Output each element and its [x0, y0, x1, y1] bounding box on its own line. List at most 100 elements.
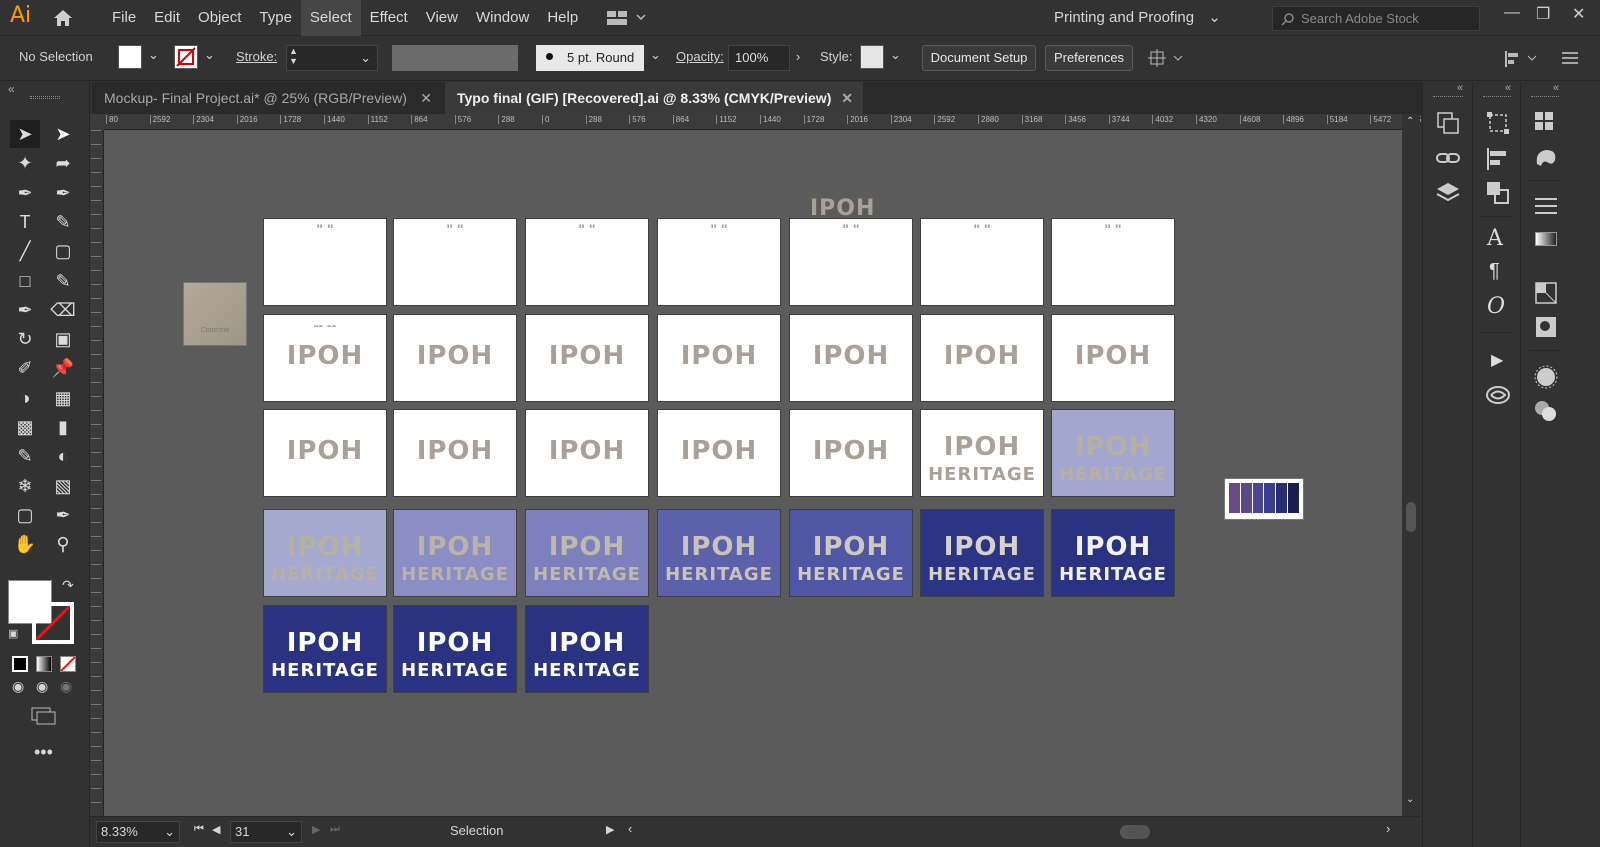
- artboard[interactable]: IPOH HERITAGE: [789, 509, 913, 597]
- puppet-warp-tool-icon[interactable]: ✐: [10, 354, 40, 382]
- scroll-right-icon[interactable]: ›: [1386, 821, 1390, 836]
- status-menu-icon[interactable]: ▶: [606, 823, 614, 836]
- swap-fill-stroke-icon[interactable]: ↷: [62, 577, 74, 594]
- scroll-left-icon[interactable]: ‹: [628, 821, 632, 836]
- eyedropper-tool-icon[interactable]: ✎: [10, 442, 40, 470]
- opentype-panel-icon[interactable]: O: [1487, 294, 1505, 319]
- swatches-panel-icon[interactable]: [1533, 110, 1559, 136]
- links-panel-icon[interactable]: [1435, 146, 1461, 172]
- preferences-button[interactable]: Preferences: [1045, 45, 1133, 71]
- concrete-texture-swatch[interactable]: Concrete: [183, 282, 247, 346]
- blend-tool-icon[interactable]: ◐: [48, 442, 78, 470]
- zoom-tool-icon[interactable]: ⚲: [48, 530, 78, 558]
- chevron-down-icon[interactable]: ⌄: [890, 47, 901, 63]
- home-icon[interactable]: [52, 8, 74, 28]
- appearance-panel-icon[interactable]: [1533, 364, 1559, 390]
- collapse-icon[interactable]: «: [1553, 82, 1559, 94]
- artboard-tool-icon[interactable]: ▢: [10, 501, 40, 529]
- pencil-tool-icon[interactable]: ✎: [48, 208, 78, 236]
- rounded-rect-tool-icon[interactable]: ▢: [48, 237, 78, 265]
- draw-behind-icon[interactable]: ◉: [36, 678, 48, 695]
- next-artboard-icon[interactable]: ▶: [312, 823, 320, 836]
- draw-normal-icon[interactable]: ◉: [12, 678, 24, 695]
- palette-swatch[interactable]: [1288, 483, 1299, 513]
- chevron-down-icon[interactable]: ⌄: [148, 47, 159, 63]
- opacity-field[interactable]: 100%: [728, 45, 790, 71]
- color-palette-artboard[interactable]: [1224, 478, 1304, 520]
- collapse-icon[interactable]: «: [1457, 82, 1463, 94]
- selection-tool-icon[interactable]: ➤: [10, 120, 40, 148]
- color-mode-icon[interactable]: [12, 656, 28, 672]
- align-panel-icon[interactable]: [1485, 146, 1511, 172]
- slice-tool-icon[interactable]: ✒: [48, 501, 78, 529]
- curvature-tool-icon[interactable]: ✒: [48, 179, 78, 207]
- collapse-icon[interactable]: «: [8, 82, 15, 96]
- scroll-down-icon[interactable]: ⌄: [1406, 794, 1414, 805]
- grip-handle[interactable]: [30, 96, 60, 99]
- palette-swatch[interactable]: [1264, 483, 1276, 513]
- artboard[interactable]: IPOH HERITAGE: [1051, 409, 1175, 497]
- artboard[interactable]: " ": [789, 218, 913, 306]
- stroke-panel-icon[interactable]: [1533, 194, 1559, 220]
- default-colors-icon[interactable]: ▣: [8, 627, 18, 640]
- arrange-documents-icon[interactable]: [606, 10, 648, 26]
- grip-handle[interactable]: [1531, 96, 1559, 99]
- collapse-icon[interactable]: «: [1505, 82, 1511, 94]
- artboard[interactable]: " ": [263, 218, 387, 306]
- artboard[interactable]: IPOH: [1051, 314, 1175, 402]
- artboard[interactable]: IPOH HERITAGE: [1051, 509, 1175, 597]
- chevron-down-icon[interactable]: ⌄: [204, 47, 215, 63]
- palette-swatch[interactable]: [1240, 483, 1252, 513]
- menu-window[interactable]: Window: [467, 0, 538, 36]
- artboard[interactable]: IPOH HERITAGE: [920, 409, 1044, 497]
- hand-tool-icon[interactable]: ✋: [10, 530, 40, 558]
- image-trace-icon[interactable]: [1533, 314, 1559, 340]
- creative-cloud-libraries-icon[interactable]: [1485, 382, 1511, 408]
- close-icon[interactable]: ✕: [420, 82, 432, 114]
- artboard[interactable]: IPOH HERITAGE: [263, 509, 387, 597]
- scroll-up-icon[interactable]: ⌃: [1406, 116, 1414, 127]
- artboard[interactable]: IPOH HERITAGE: [525, 509, 649, 597]
- type-tool-icon[interactable]: T: [10, 208, 40, 236]
- artboard[interactable]: IPOH: [525, 314, 649, 402]
- canvas[interactable]: Concrete " " " " " " " " " " " " " " -- -- IPOH I…: [104, 130, 1410, 838]
- layers-panel-icon[interactable]: [1435, 180, 1461, 206]
- scroll-thumb[interactable]: [1406, 502, 1416, 532]
- align-icon[interactable]: [1504, 49, 1540, 69]
- artboard[interactable]: IPOH HERITAGE: [657, 509, 781, 597]
- stroke-swatch[interactable]: [174, 45, 198, 69]
- gradient-tool-icon[interactable]: ▮: [48, 413, 78, 441]
- perspective-grid-tool-icon[interactable]: ▦: [48, 384, 78, 412]
- artboard[interactable]: IPOH: [263, 409, 387, 497]
- artboard[interactable]: " ": [1051, 218, 1175, 306]
- artboard[interactable]: IPOH: [789, 314, 913, 402]
- menu-object[interactable]: Object: [189, 0, 250, 36]
- close-window-icon[interactable]: ✕: [1572, 4, 1585, 24]
- artboard[interactable]: IPOH HERITAGE: [263, 605, 387, 693]
- artboard[interactable]: IPOH HERITAGE: [920, 509, 1044, 597]
- pen-tool-icon[interactable]: ✒: [10, 179, 40, 207]
- direct-selection-tool-icon[interactable]: ➤: [48, 120, 78, 148]
- transparency-panel-icon[interactable]: [1533, 280, 1559, 306]
- artboard[interactable]: IPOH: [393, 314, 517, 402]
- artboard[interactable]: " ": [657, 218, 781, 306]
- screen-mode-icon[interactable]: [30, 706, 58, 726]
- previous-artboard-icon[interactable]: ◀: [212, 823, 220, 836]
- artboard[interactable]: " ": [920, 218, 1044, 306]
- paintbrush-tool-icon[interactable]: ✎: [48, 267, 78, 295]
- artboard[interactable]: IPOH: [393, 409, 517, 497]
- floating-ipoh-text[interactable]: IPOH: [810, 196, 875, 221]
- menu-effect[interactable]: Effect: [361, 0, 417, 36]
- artboard[interactable]: IPOH: [657, 409, 781, 497]
- minimize-icon[interactable]: —: [1504, 4, 1520, 22]
- color-guide-icon[interactable]: [1533, 146, 1559, 172]
- tab-mockup[interactable]: Mockup- Final Project.ai* @ 25% (RGB/Pre…: [92, 82, 442, 114]
- scale-tool-icon[interactable]: ▣: [48, 325, 78, 353]
- actions-panel-icon[interactable]: ▶: [1491, 350, 1503, 370]
- palette-swatch[interactable]: [1229, 483, 1240, 513]
- stroke-weight-field[interactable]: ▲ ▼ ⌄: [286, 45, 378, 71]
- gradient-panel-icon[interactable]: [1535, 232, 1557, 246]
- menu-edit[interactable]: Edit: [145, 0, 189, 36]
- h-scroll-thumb[interactable]: [1120, 825, 1150, 839]
- chevron-down-icon[interactable]: ⌄: [650, 47, 661, 63]
